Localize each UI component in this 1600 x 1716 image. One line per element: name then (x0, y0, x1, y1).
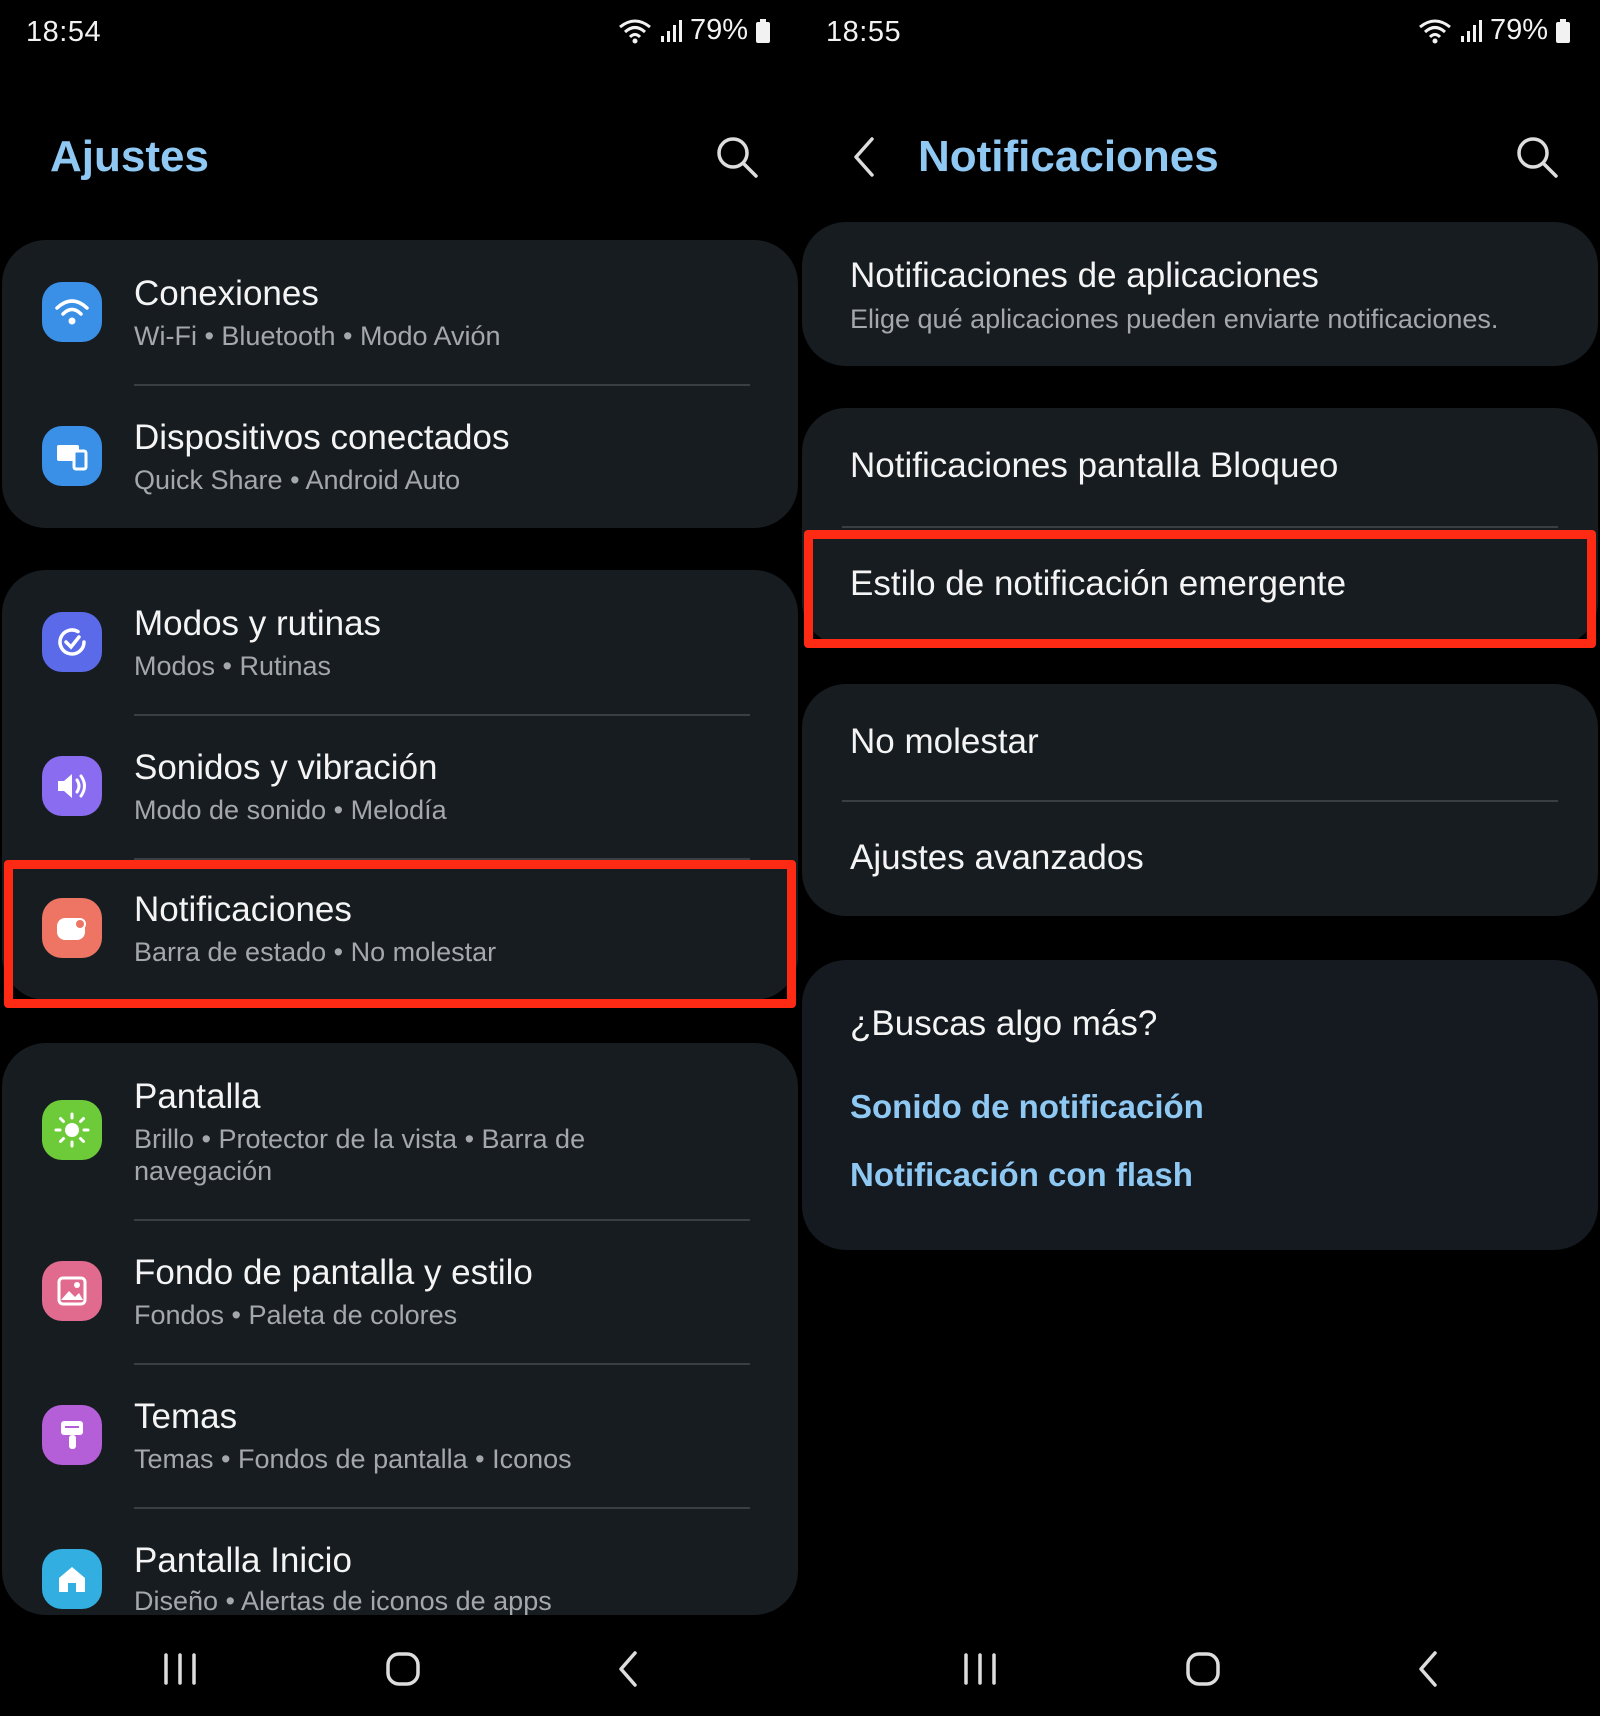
looking-for-card: ¿Buscas algo más? Sonido de notificación… (802, 960, 1598, 1250)
dnd-group: No molestar Ajustes avanzados (802, 684, 1598, 916)
item-title: Conexiones (134, 274, 319, 313)
notifications-screen: 18:55 79% Notificaciones Notificaciones … (800, 0, 1600, 1716)
back-nav-icon (619, 1651, 637, 1687)
status-time: 18:54 (26, 16, 102, 48)
brush-icon (42, 1405, 102, 1465)
settings-item-sonidos[interactable]: Sonidos y vibración Modo de sonido • Mel… (2, 714, 798, 858)
advanced-settings-item[interactable]: Ajustes avanzados (802, 800, 1598, 916)
settings-item-notificaciones[interactable]: Notificaciones Barra de estado • No mole… (2, 858, 798, 1000)
search-icon[interactable] (714, 134, 760, 180)
back-nav-icon (1419, 1651, 1437, 1687)
status-icons: 79% (1418, 14, 1570, 47)
do-not-disturb-item[interactable]: No molestar (802, 684, 1598, 800)
navigation-bar (0, 1620, 800, 1716)
settings-item-conexiones[interactable]: Conexiones Wi-Fi • Bluetooth • Modo Avió… (2, 240, 798, 384)
page-title: Ajustes (50, 132, 209, 181)
lockscreen-group: Notificaciones pantalla Bloqueo Estilo d… (802, 408, 1598, 646)
item-subtitle: Modo de sonido • Melodía (134, 795, 447, 825)
status-icons: 79% (618, 14, 770, 47)
recents-button[interactable] (950, 1644, 1010, 1694)
settings-group-display: Pantalla Brillo • Protector de la vista … (2, 1043, 798, 1615)
lock-screen-notifications-item[interactable]: Notificaciones pantalla Bloqueo (802, 408, 1598, 526)
back-button[interactable] (598, 1644, 658, 1694)
home-nav-icon (386, 1652, 420, 1686)
navigation-bar (800, 1620, 1600, 1716)
item-subtitle: Barra de estado • No molestar (134, 937, 497, 967)
item-title: Dispositivos conectados (134, 418, 510, 457)
item-title: Notificaciones pantalla Bloqueo (850, 446, 1339, 485)
settings-item-fondo[interactable]: Fondo de pantalla y estilo Fondos • Pale… (2, 1219, 798, 1363)
home-nav-icon (1186, 1652, 1220, 1686)
item-subtitle: Diseño • Alertas de iconos de apps (134, 1586, 552, 1615)
brightness-icon (42, 1100, 102, 1160)
item-title: Temas (134, 1397, 238, 1436)
looking-for-title: ¿Buscas algo más? (850, 1004, 1158, 1043)
check-cycle-icon (42, 612, 102, 672)
app-notifications-card[interactable]: Notificaciones de aplicaciones Elige qué… (802, 222, 1598, 366)
wallpaper-icon (42, 1261, 102, 1321)
item-title: Estilo de notificación emergente (850, 564, 1347, 603)
battery-percent: 79% (1489, 14, 1548, 46)
flash-notification-link[interactable]: Notificación con flash (850, 1156, 1193, 1194)
wifi-icon (42, 282, 102, 342)
settings-screen: 18:54 79% Ajustes Conexiones Wi-Fi • Blu… (0, 0, 800, 1716)
app-notifications-title: Notificaciones de aplicaciones (850, 256, 1319, 295)
wifi-status-icon (619, 19, 651, 43)
settings-item-modos[interactable]: Modos y rutinas Modos • Rutinas (2, 570, 798, 714)
page-title: Notificaciones (918, 132, 1219, 181)
devices-icon (42, 426, 102, 486)
settings-item-pantalla[interactable]: Pantalla Brillo • Protector de la vista … (2, 1043, 798, 1219)
wifi-status-icon (1419, 19, 1451, 43)
signal-icon (1460, 19, 1482, 42)
item-title: Ajustes avanzados (850, 838, 1144, 877)
home-button[interactable] (1173, 1644, 1233, 1694)
back-button[interactable] (1398, 1644, 1458, 1694)
signal-icon (660, 19, 682, 42)
settings-item-dispositivos[interactable]: Dispositivos conectados Quick Share • An… (2, 384, 798, 528)
recents-icon (164, 1653, 196, 1685)
recents-button[interactable] (150, 1644, 210, 1694)
item-title: Fondo de pantalla y estilo (134, 1253, 533, 1292)
item-subtitle: Fondos • Paleta de colores (134, 1300, 458, 1330)
back-arrow-icon[interactable] (844, 134, 884, 180)
battery-icon (1556, 18, 1570, 43)
home-icon (42, 1549, 102, 1609)
battery-icon (756, 18, 770, 43)
item-title: No molestar (850, 722, 1039, 761)
app-notifications-subtitle: Elige qué aplicaciones pueden enviarte n… (850, 304, 1499, 334)
battery-percent: 79% (689, 14, 748, 46)
item-subtitle: Quick Share • Android Auto (134, 465, 461, 495)
settings-item-inicio[interactable]: Pantalla Inicio Diseño • Alertas de icon… (2, 1507, 798, 1615)
item-title: Modos y rutinas (134, 604, 382, 643)
settings-group-connectivity: Conexiones Wi-Fi • Bluetooth • Modo Avió… (2, 240, 798, 528)
item-subtitle: Brillo • Protector de la vista • Barra d… (134, 1124, 586, 1186)
recents-icon (964, 1653, 996, 1685)
notifications-header: Notificaciones (800, 120, 1600, 200)
notification-sound-link[interactable]: Sonido de notificación (850, 1088, 1204, 1126)
settings-group-modes: Modos y rutinas Modos • Rutinas Sonidos … (2, 570, 798, 1000)
settings-header: Ajustes (0, 120, 800, 200)
settings-item-temas[interactable]: Temas Temas • Fondos de pantalla • Icono… (2, 1363, 798, 1507)
item-title: Notificaciones (134, 890, 352, 929)
item-subtitle: Wi-Fi • Bluetooth • Modo Avión (134, 321, 501, 351)
item-title: Pantalla Inicio (134, 1541, 352, 1580)
search-icon[interactable] (1514, 134, 1560, 180)
item-subtitle: Modos • Rutinas (134, 651, 332, 681)
home-button[interactable] (373, 1644, 433, 1694)
item-subtitle: Temas • Fondos de pantalla • Iconos (134, 1444, 572, 1474)
popup-style-item[interactable]: Estilo de notificación emergente (802, 526, 1598, 646)
item-title: Pantalla (134, 1077, 261, 1116)
item-title: Sonidos y vibración (134, 748, 438, 787)
speaker-icon (42, 756, 102, 816)
notification-icon (42, 898, 102, 958)
status-time: 18:55 (826, 16, 902, 48)
